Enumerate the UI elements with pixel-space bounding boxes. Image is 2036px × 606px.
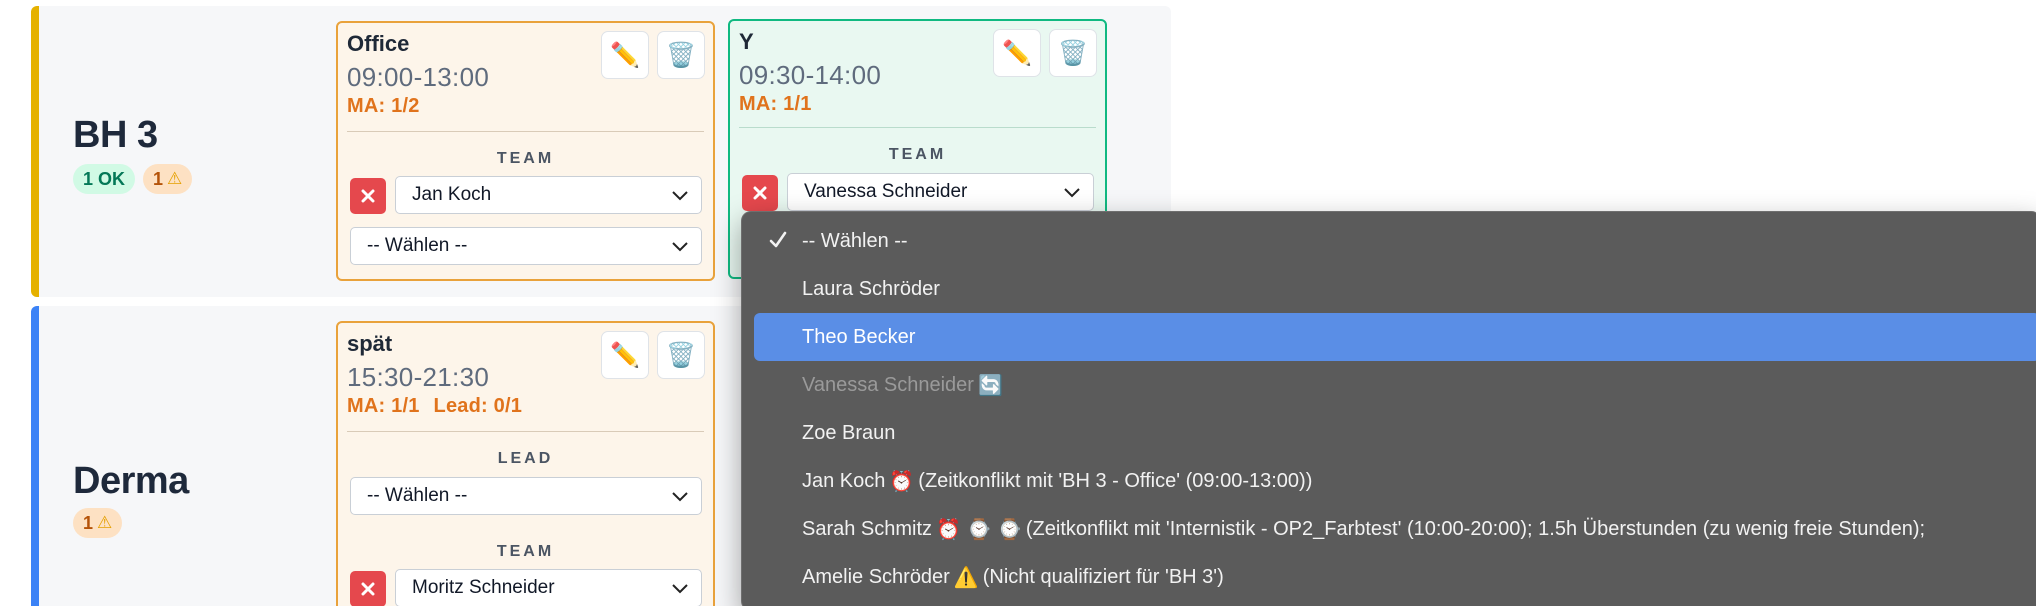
option-label: Theo Becker: [802, 325, 916, 348]
select-placeholder: -- Wählen --: [367, 235, 468, 256]
dropdown-option-laura-schroeder[interactable]: Laura Schröder: [754, 265, 2036, 313]
shift-time: 15:30-21:30: [347, 362, 490, 392]
chevron-down-icon: [672, 584, 688, 594]
delete-button[interactable]: 🗑️: [1049, 29, 1097, 77]
team-label: TEAM: [888, 146, 947, 163]
pencil-icon: ✏️: [1002, 39, 1032, 67]
department-badges: 1 OK 1 ⚠: [73, 164, 193, 194]
shift-name: Office: [347, 31, 410, 56]
team-label: TEAM: [496, 150, 555, 167]
option-label: Laura Schröder: [802, 277, 940, 300]
close-icon: [361, 189, 375, 203]
warning-icon: ⚠: [167, 169, 183, 188]
employee-dropdown-list: -- Wählen -- Laura Schröder Theo Becker …: [741, 211, 2036, 606]
trash-icon: 🗑️: [666, 41, 696, 69]
option-label: Jan Koch: [802, 469, 886, 492]
chevron-down-icon: [1064, 188, 1080, 198]
shift-name: spät: [347, 331, 393, 356]
warning-count-badge: 1 ⚠: [143, 164, 193, 194]
shift-staffing: MA: 1/1 Lead: 0/1: [347, 395, 522, 418]
pencil-icon: ✏️: [610, 41, 640, 69]
add-team-member-select[interactable]: -- Wählen --: [350, 227, 702, 265]
dropdown-option-theo-becker[interactable]: Theo Becker: [754, 313, 2036, 361]
card-actions: ✏️ 🗑️: [601, 31, 705, 79]
option-note: (Zeitkonflikt mit 'BH 3 - Office' (09:00…: [918, 469, 1313, 492]
option-label: Amelie Schröder: [802, 565, 950, 588]
remove-member-button[interactable]: [350, 571, 386, 606]
selected-member: Jan Koch: [412, 184, 492, 205]
dropdown-option-sarah-schmitz[interactable]: Sarah Schmitz ⏰ ⌚ ⌚ (Zeitkonflikt mit 'I…: [754, 505, 2036, 553]
selected-member: Vanessa Schneider: [804, 181, 968, 202]
warning-count-badge: 1 ⚠: [73, 508, 123, 538]
chevron-down-icon: [672, 492, 688, 502]
shift-staffing: MA: 1/2: [347, 95, 420, 118]
team-member-select[interactable]: Moritz Schneider: [395, 569, 702, 606]
trash-icon: 🗑️: [666, 341, 696, 369]
divider: [347, 131, 704, 132]
edit-button[interactable]: ✏️: [601, 31, 649, 79]
card-actions: ✏️ 🗑️: [993, 29, 1097, 77]
dropdown-option-vanessa-schneider: Vanessa Schneider 🔄: [754, 361, 2036, 409]
trash-icon: 🗑️: [1058, 39, 1088, 67]
warning-count: 1: [83, 512, 94, 533]
divider: [347, 431, 704, 432]
edit-button[interactable]: ✏️: [601, 331, 649, 379]
dropdown-option-amelie-schroeder[interactable]: Amelie Schröder ⚠️ (Nicht qualifiziert f…: [754, 553, 2036, 601]
alarm-clock-watch-icons: ⏰ ⌚ ⌚: [936, 518, 1022, 541]
option-label: Sarah Schmitz: [802, 517, 933, 540]
checkmark-icon: [769, 231, 787, 248]
lead-label: LEAD: [497, 450, 554, 467]
shift-name: Y: [739, 29, 754, 54]
card-actions: ✏️ 🗑️: [601, 331, 705, 379]
option-label: Vanessa Schneider: [802, 373, 974, 396]
ma-count: MA: 1/1: [347, 395, 420, 417]
ma-count: MA: 1/2: [347, 95, 420, 117]
option-label: -- Wählen --: [802, 229, 908, 252]
dropdown-option-jan-koch[interactable]: Jan Koch ⏰ (Zeitkonflikt mit 'BH 3 - Off…: [754, 457, 2036, 505]
option-note: (Zeitkonflikt mit 'Internistik - OP2_Far…: [1025, 517, 1926, 540]
team-label: TEAM: [496, 543, 555, 560]
alarm-clock-icon: ⏰: [889, 470, 915, 493]
shift-card-spaet: spät 15:30-21:30 MA: 1/1 Lead: 0/1 ✏️ 🗑️ …: [336, 321, 715, 606]
shift-staffing: MA: 1/1: [739, 93, 812, 116]
lead-count: Lead: 0/1: [433, 395, 523, 417]
team-member-select[interactable]: Jan Koch: [395, 176, 702, 214]
shift-card-office: Office 09:00-13:00 MA: 1/2 ✏️ 🗑️ TEAM Ja…: [336, 21, 715, 281]
warning-icon: ⚠️: [953, 566, 979, 589]
ok-count-badge: 1 OK: [73, 164, 136, 194]
roster-page: BH 3 1 OK 1 ⚠ Derma 1 ⚠ Office 09:00-13:…: [0, 0, 2036, 606]
lead-select[interactable]: -- Wählen --: [350, 477, 702, 515]
divider: [739, 127, 1096, 128]
dropdown-option-zoe-braun[interactable]: Zoe Braun: [754, 409, 2036, 457]
remove-member-button[interactable]: [350, 178, 386, 214]
department-badges: 1 ⚠: [73, 508, 123, 538]
shift-time: 09:00-13:00: [347, 62, 490, 92]
department-title: Derma: [73, 460, 189, 502]
delete-button[interactable]: 🗑️: [657, 31, 705, 79]
pencil-icon: ✏️: [610, 341, 640, 369]
select-placeholder: -- Wählen --: [367, 485, 468, 506]
close-icon: [753, 186, 767, 200]
dropdown-option-waehlen[interactable]: -- Wählen --: [754, 217, 2036, 265]
department-title: BH 3: [73, 114, 158, 156]
ma-count: MA: 1/1: [739, 93, 812, 115]
option-label: Zoe Braun: [802, 421, 896, 444]
warning-count: 1: [153, 168, 164, 189]
chevron-down-icon: [672, 191, 688, 201]
chevron-down-icon: [672, 242, 688, 252]
selected-member: Moritz Schneider: [412, 577, 555, 598]
close-icon: [361, 582, 375, 596]
warning-icon: ⚠: [97, 513, 113, 532]
repeat-icon: 🔄: [977, 374, 1003, 397]
delete-button[interactable]: 🗑️: [657, 331, 705, 379]
option-note: (Nicht qualifiziert für 'BH 3'): [982, 565, 1224, 588]
shift-time: 09:30-14:00: [739, 60, 882, 90]
team-member-select[interactable]: Vanessa Schneider: [787, 173, 1094, 211]
edit-button[interactable]: ✏️: [993, 29, 1041, 77]
remove-member-button[interactable]: [742, 175, 778, 211]
